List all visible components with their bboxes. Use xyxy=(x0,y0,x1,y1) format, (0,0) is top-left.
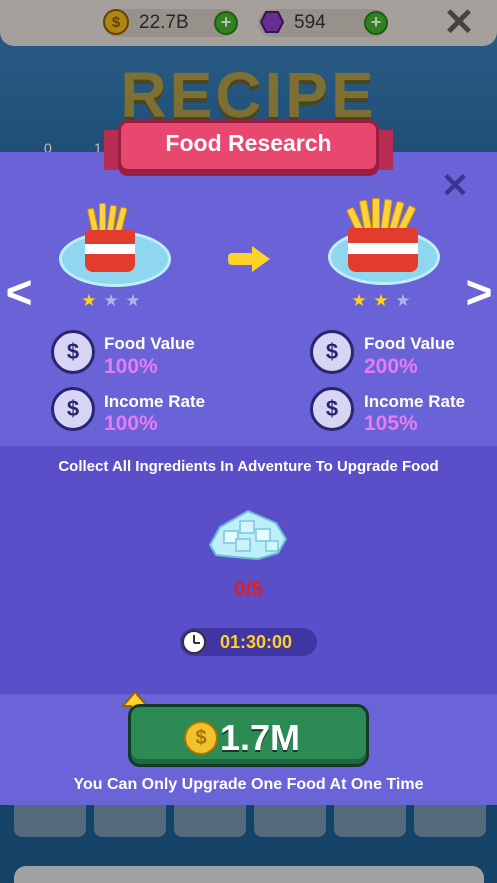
star-icon: ★ xyxy=(103,291,119,310)
ingredient-progress: 0/5 xyxy=(233,578,264,601)
income-rate-icon: $ xyxy=(310,387,354,431)
next-star-rating: ★ ★ ★ xyxy=(348,291,414,311)
income-rate-icon: $ xyxy=(51,387,95,431)
next-food-value: 200% xyxy=(364,355,418,378)
upgrade-button[interactable]: $ 1.7M xyxy=(128,704,369,767)
arrow-right-icon xyxy=(228,246,270,272)
timer-badge: 01:30:00 xyxy=(180,628,317,656)
food-value-label: Food Value xyxy=(104,334,195,353)
income-rate-label: Income Rate xyxy=(364,392,466,411)
fries-box xyxy=(348,228,418,272)
current-food-value: 100% xyxy=(104,355,158,378)
star-icon: ★ xyxy=(351,291,367,310)
food-value-icon: $ xyxy=(51,330,95,374)
next-food-arrow-icon[interactable]: > xyxy=(462,269,496,316)
modal-title: Food Research xyxy=(165,130,332,156)
clock-icon xyxy=(182,630,206,654)
star-icon: ★ xyxy=(125,291,141,310)
ice-cubes-icon xyxy=(208,509,288,561)
instruction-text: Collect All Ingredients In Adventure To … xyxy=(58,458,439,475)
income-rate-label: Income Rate xyxy=(104,392,206,411)
upgrade-price: 1.7M xyxy=(220,717,301,758)
upgrade-note: You Can Only Upgrade One Food At One Tim… xyxy=(73,776,424,793)
fries-stripe xyxy=(85,244,135,254)
prev-food-arrow-icon[interactable]: < xyxy=(2,269,36,316)
food-value-icon: $ xyxy=(310,330,354,374)
next-income-rate: 105% xyxy=(364,412,418,435)
star-icon: ★ xyxy=(373,291,389,310)
fries-stripe xyxy=(348,243,418,254)
coin-icon: $ xyxy=(184,721,218,755)
current-income-rate: 100% xyxy=(104,412,158,435)
close-icon[interactable]: ✕ xyxy=(439,169,471,203)
star-icon: ★ xyxy=(395,291,411,310)
food-value-label: Food Value xyxy=(364,334,455,353)
star-icon: ★ xyxy=(81,291,97,310)
current-star-rating: ★ ★ ★ xyxy=(78,291,144,311)
fries-box xyxy=(85,230,135,272)
timer-text: 01:30:00 xyxy=(220,632,293,652)
